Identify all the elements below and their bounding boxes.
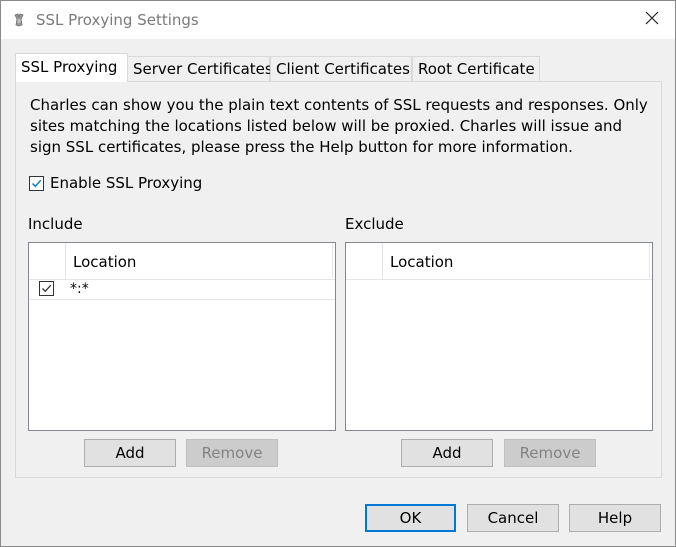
checkmark-icon (42, 284, 52, 293)
tab-label: Root Certificate (418, 60, 535, 78)
exclude-remove-button[interactable]: Remove (504, 439, 596, 467)
enable-ssl-proxying-checkbox[interactable] (29, 175, 44, 191)
exclude-table-header: Location (346, 243, 652, 280)
enabled-column-header[interactable] (29, 243, 66, 278)
tab-client-certificates[interactable]: Client Certificates (270, 56, 412, 81)
include-remove-button[interactable]: Remove (186, 439, 278, 467)
tab-server-certificates[interactable]: Server Certificates (127, 56, 273, 81)
ok-button[interactable]: OK (365, 504, 456, 532)
checkmark-icon (32, 179, 42, 187)
enabled-column-header[interactable] (346, 243, 383, 278)
title-bar[interactable]: SSL Proxying Settings (1, 1, 675, 39)
exclude-table[interactable]: Location (345, 242, 653, 431)
tab-ssl-proxying[interactable]: SSL Proxying (15, 53, 128, 82)
tab-label: Server Certificates (133, 60, 273, 78)
location-column-header[interactable]: Location (383, 243, 650, 278)
help-button[interactable]: Help (569, 504, 661, 532)
row-enabled-checkbox[interactable] (39, 281, 54, 296)
window-title: SSL Proxying Settings (36, 11, 199, 29)
tab-root-certificate[interactable]: Root Certificate (412, 56, 540, 81)
exclude-add-button[interactable]: Add (401, 439, 493, 467)
ssl-proxying-settings-dialog: SSL Proxying Settings SSL Proxying Serve… (0, 0, 676, 547)
close-icon[interactable] (645, 11, 659, 29)
include-table[interactable]: Location *:* (28, 242, 336, 431)
tab-label: SSL Proxying (21, 58, 118, 76)
ssl-description: Charles can show you the plain text cont… (30, 96, 648, 156)
cancel-button[interactable]: Cancel (467, 504, 559, 532)
table-row[interactable]: *:* (29, 279, 335, 300)
enable-ssl-proxying-label[interactable]: Enable SSL Proxying (50, 174, 202, 192)
tab-label: Client Certificates (276, 60, 410, 78)
close-button[interactable] (629, 1, 675, 39)
include-table-header: Location (29, 243, 335, 280)
charles-app-icon (13, 13, 25, 27)
ssl-proxying-panel: Charles can show you the plain text cont… (15, 81, 662, 478)
location-column-header[interactable]: Location (66, 243, 333, 278)
include-add-button[interactable]: Add (84, 439, 176, 467)
exclude-label: Exclude (345, 215, 404, 233)
row-location: *:* (70, 281, 89, 297)
include-label: Include (28, 215, 83, 233)
enable-ssl-proxying-row[interactable]: Enable SSL Proxying (29, 173, 202, 193)
